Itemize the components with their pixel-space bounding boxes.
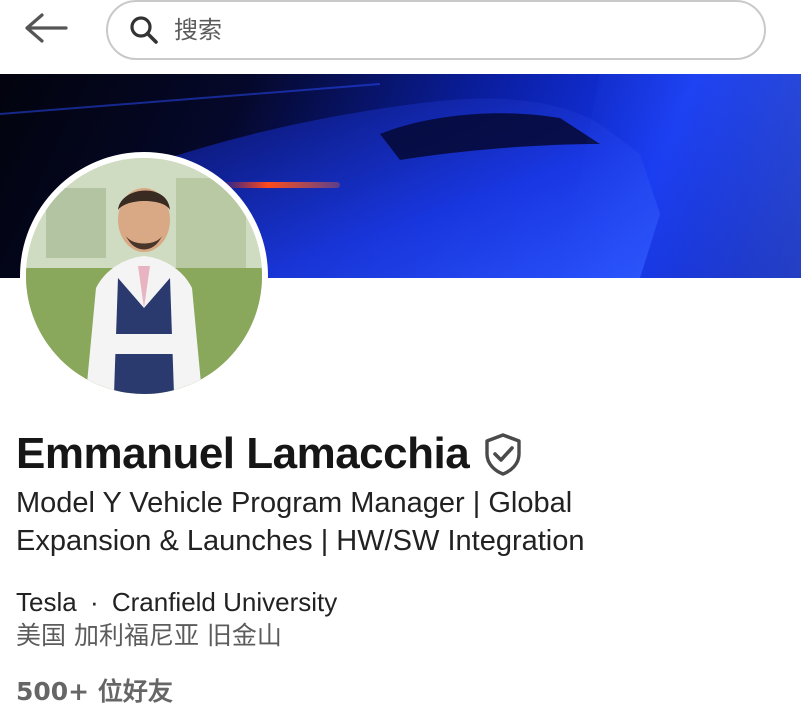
separator-dot: ·	[89, 587, 99, 617]
verified-shield-icon[interactable]	[483, 432, 523, 476]
back-button[interactable]	[18, 8, 72, 52]
search-icon	[126, 12, 162, 48]
profile-avatar[interactable]	[20, 152, 268, 400]
search-bar[interactable]	[106, 0, 766, 60]
profile-location: 美国 加利福尼亚 旧金山	[16, 621, 282, 650]
profile-headline: Model Y Vehicle Program Manager | Global…	[16, 487, 585, 557]
search-input[interactable]	[172, 15, 736, 45]
arrow-left-icon	[22, 12, 68, 49]
profile-org-line[interactable]: Tesla · Cranfield University	[16, 585, 337, 619]
company-name[interactable]: Tesla	[16, 587, 77, 617]
connections-count[interactable]: 500+ 位好友	[16, 675, 173, 709]
top-bar	[0, 0, 801, 72]
avatar-photo	[26, 158, 262, 394]
school-name[interactable]: Cranfield University	[112, 587, 337, 617]
profile-name-row: Emmanuel Lamacchia	[16, 428, 523, 480]
profile-name: Emmanuel Lamacchia	[16, 429, 470, 478]
